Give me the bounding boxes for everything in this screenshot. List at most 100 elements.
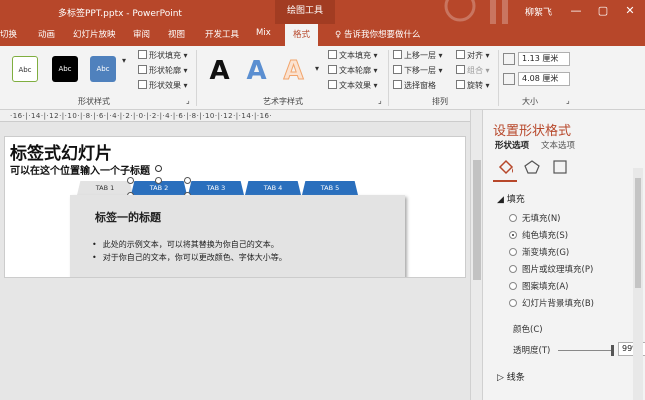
height-input[interactable]: 1.13 厘米 (518, 52, 570, 66)
selection-pane-label: 选择窗格 (404, 81, 436, 90)
tab-shape-options[interactable]: 形状选项 (495, 139, 529, 151)
text-fill-label: 文本填充 (339, 51, 371, 60)
slide-tab-4[interactable]: TAB 4 (245, 181, 301, 195)
send-backward-button[interactable]: 下移一层 ▾ (393, 65, 443, 76)
fill-line-icon (498, 159, 514, 175)
more-wordart-icon[interactable]: ▾ (315, 64, 319, 73)
tab-review[interactable]: 审阅 (133, 28, 150, 40)
radio-slide-background-fill[interactable]: 幻灯片背景填充(B) (509, 297, 594, 309)
shape-style-swatch-2[interactable]: Abc (52, 56, 78, 82)
slide-scrollbar[interactable] (470, 110, 482, 400)
group-label-size: 大小 (522, 97, 538, 106)
wordart-style-1[interactable]: A (204, 56, 235, 87)
rotate-label: 旋转 (467, 81, 483, 90)
selection-handle[interactable] (127, 177, 134, 184)
radio-indicator (509, 282, 517, 290)
transparency-slider-thumb[interactable] (611, 345, 614, 356)
more-styles-icon[interactable]: ▾ (122, 56, 126, 65)
panel-title[interactable]: 标签一的标题 (95, 209, 161, 225)
tab-developer[interactable]: 开发工具 (205, 28, 239, 40)
radio-gradient-fill[interactable]: 渐变填充(G) (509, 246, 569, 258)
radio-indicator (509, 299, 517, 307)
selection-pane-icon (393, 80, 402, 89)
size-dialog-icon[interactable]: ⌟ (566, 96, 570, 105)
shape-style-swatch-1[interactable]: Abc (12, 56, 38, 82)
panel-bullet-list[interactable]: 此处的示例文本，可以将其替换为你自己的文本。 对于你自己的文本，你可以更改颜色、… (92, 239, 287, 265)
slide-subtitle[interactable]: 可以在这个位置输入一个子标题 (10, 162, 150, 177)
tab-animations[interactable]: 动画 (38, 28, 55, 40)
shape-fill-label: 形状填充 (149, 51, 181, 60)
slide[interactable]: 标签式幻灯片 可以在这个位置输入一个子标题 TAB 1 TAB 2 TAB 3 … (4, 136, 466, 278)
rotate-handle-icon[interactable] (155, 165, 162, 172)
ribbon-tabs: 切换 动画 幻灯片放映 审阅 视图 开发工具 Mix 格式 ♀ 告诉我你想要做什… (0, 24, 645, 46)
transparency-slider[interactable] (558, 350, 613, 351)
color-label: 颜色(C) (513, 325, 543, 335)
rotate-button[interactable]: 旋转 ▾ (456, 80, 490, 91)
fill-section-header[interactable]: ◢ 填充 (497, 192, 525, 205)
slide-title[interactable]: 标签式幻灯片 (10, 139, 112, 164)
group-icon (456, 65, 465, 74)
tab-text-options[interactable]: 文本选项 (541, 139, 575, 151)
group-button[interactable]: 组合 ▾ (456, 65, 490, 76)
radio-label: 无填充(N) (522, 214, 561, 224)
radio-label: 渐变填充(G) (522, 248, 570, 258)
wordart-style-2[interactable]: A (241, 56, 272, 87)
selection-pane-button[interactable]: 选择窗格 (393, 80, 436, 91)
pen-icon (138, 65, 147, 74)
minimize-button[interactable]: — (568, 3, 584, 19)
align-icon (456, 50, 465, 59)
tab-format[interactable]: 格式 (285, 24, 319, 46)
radio-solid-fill[interactable]: 纯色填充(S) (509, 229, 568, 241)
radio-indicator (509, 214, 517, 222)
shape-outline-button[interactable]: 形状轮廓 ▾ (138, 65, 188, 76)
pane-scrollbar[interactable] (633, 168, 643, 400)
slide-tab-3[interactable]: TAB 3 (188, 181, 244, 195)
lightbulb-icon: ♀ (335, 30, 344, 40)
slide-tab-5[interactable]: TAB 5 (302, 181, 358, 195)
window-title: 多标签PPT.pptx - PowerPoint (58, 9, 182, 19)
context-tab-drawing-tools: 绘图工具 (275, 0, 335, 24)
effects-pentagon-icon (524, 160, 540, 174)
ribbon: Abc Abc Abc ▾ 形状填充 ▾ 形状轮廓 ▾ 形状效果 ▾ 形状样式 … (0, 46, 645, 110)
pane-title: 设置形状格式 (493, 124, 572, 139)
shape-fill-button[interactable]: 形状填充 ▾ (138, 50, 188, 61)
user-name[interactable]: 柳絮飞 (525, 5, 552, 18)
group-label: 组合 (467, 66, 483, 75)
restore-button[interactable]: ▢ (595, 3, 611, 19)
transparency-label: 透明度(T) (513, 346, 551, 356)
radio-no-fill[interactable]: 无填充(N) (509, 212, 561, 224)
radio-label: 图案填充(A) (522, 282, 569, 292)
tab-mix[interactable]: Mix (256, 28, 271, 38)
shape-effects-button[interactable]: 形状效果 ▾ (138, 80, 188, 91)
slide-tab-1[interactable]: TAB 1 (77, 181, 133, 195)
width-input[interactable]: 4.08 厘米 (518, 72, 570, 86)
selection-handle[interactable] (155, 177, 162, 184)
text-effects-button[interactable]: 文本效果 ▾ (328, 80, 378, 91)
shape-styles-dialog-icon[interactable]: ⌟ (186, 96, 190, 105)
pane-category-icons (498, 159, 567, 175)
close-button[interactable]: ✕ (622, 3, 638, 19)
tab-view[interactable]: 视图 (168, 28, 185, 40)
text-effects-label: 文本效果 (339, 81, 371, 90)
tab-slideshow[interactable]: 幻灯片放映 (73, 28, 116, 40)
bring-forward-button[interactable]: 上移一层 ▾ (393, 50, 443, 61)
text-outline-button[interactable]: 文本轮廓 ▾ (328, 65, 378, 76)
tell-me-search[interactable]: ♀ 告诉我你想要做什么 (335, 28, 420, 40)
wordart-dialog-icon[interactable]: ⌟ (378, 96, 382, 105)
text-outline-label: 文本轮廓 (339, 66, 371, 75)
radio-pattern-fill[interactable]: 图案填充(A) (509, 280, 568, 292)
radio-picture-fill[interactable]: 图片或纹理填充(P) (509, 263, 593, 275)
wordart-style-3[interactable]: A (278, 56, 309, 87)
line-section-header[interactable]: ▷ 线条 (497, 370, 525, 383)
align-button[interactable]: 对齐 ▾ (456, 50, 490, 61)
ribbon-separator (196, 50, 197, 106)
text-fill-button[interactable]: 文本填充 ▾ (328, 50, 378, 61)
selection-handle[interactable] (184, 177, 191, 184)
tab-content-panel[interactable]: 标签一的标题 此处的示例文本，可以将其替换为你自己的文本。 对于你自己的文本，你… (70, 195, 405, 277)
shape-style-swatch-3[interactable]: Abc (90, 56, 116, 82)
text-effects-icon (328, 80, 337, 89)
tab-transitions[interactable]: 切换 (0, 28, 17, 40)
slide-scrollbar-thumb[interactable] (473, 160, 481, 280)
pane-scrollbar-thumb[interactable] (635, 178, 641, 288)
rotate-icon (456, 80, 465, 89)
